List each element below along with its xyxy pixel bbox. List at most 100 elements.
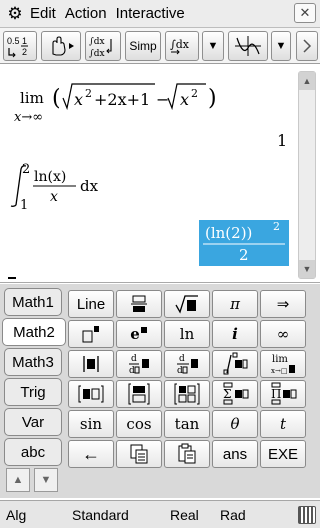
limit-result[interactable]: 1 [277, 131, 287, 150]
open-paren: ( [52, 86, 61, 111]
hand-pointer-icon [52, 36, 74, 56]
svg-text:lim: lim [272, 354, 288, 365]
svg-text:x→□: x→□ [271, 367, 287, 375]
close-icon[interactable]: ✕ [294, 3, 316, 23]
tab-math2[interactable]: Math2 [2, 318, 66, 346]
svg-text:Π: Π [271, 387, 281, 401]
graph-dropdown-button[interactable]: ▼ [271, 31, 291, 61]
ln-key[interactable]: ln [164, 320, 210, 348]
status-number-mode[interactable]: Real [170, 507, 199, 523]
ans-key[interactable]: ans [212, 440, 258, 468]
work-area-scrollbar[interactable]: ▲ ▼ [298, 71, 316, 279]
svg-text:∫dx: ∫dx [89, 37, 105, 47]
svg-text:∫dx: ∫dx [89, 49, 105, 59]
column-matrix-key[interactable] [116, 380, 162, 408]
fraction-decimal-icon: 0.5 1 2 [7, 36, 28, 58]
pi-key[interactable]: π [212, 290, 258, 318]
menu-edit[interactable]: Edit [30, 5, 56, 22]
svg-text:1: 1 [22, 36, 27, 46]
abs-template-icon [83, 356, 99, 372]
second-derivative-icon: d d [177, 354, 198, 376]
summation-key[interactable]: Σ [212, 380, 258, 408]
integral-convert-icon: ∫dx ∫dx [89, 37, 112, 59]
keyboard-scroll-up-icon[interactable]: ▲ [6, 468, 30, 492]
result-exponent: 2 [273, 220, 280, 233]
exe-key[interactable]: EXE [260, 440, 306, 468]
tab-math1[interactable]: Math1 [4, 288, 62, 316]
product-key[interactable]: Π [260, 380, 306, 408]
keyboard-scroll-down-icon[interactable]: ▼ [34, 468, 58, 492]
menu-action[interactable]: Action [65, 5, 107, 22]
copy-icon [130, 444, 148, 464]
tab-trig[interactable]: Trig [4, 378, 62, 406]
second-derivative-key[interactable]: d d [164, 350, 210, 378]
implies-key[interactable]: ⇒ [260, 290, 306, 318]
menu-interactive[interactable]: Interactive [116, 5, 185, 22]
limit-input-expression[interactable]: lim x→∞ ( x 2 +2x+1 − x 2 ) [14, 81, 229, 133]
sqrt1-x: x [74, 90, 83, 109]
tab-abc[interactable]: abc [4, 438, 62, 466]
simp-button[interactable]: Simp [125, 31, 161, 61]
menu-bar: ⚙ Edit Action Interactive ✕ [0, 0, 320, 28]
paste-key[interactable] [164, 440, 210, 468]
cos-key[interactable]: cos [116, 410, 162, 438]
grid-matrix-key[interactable] [164, 380, 210, 408]
gear-icon[interactable]: ⚙ [0, 4, 30, 24]
theta-key[interactable]: θ [212, 410, 258, 438]
main-work-area[interactable]: lim x→∞ ( x 2 +2x+1 − x 2 ) 1 2 1 ln(x) … [0, 65, 320, 283]
result-numerator: (ln(2)) [205, 224, 252, 242]
sin-key[interactable]: sin [68, 410, 114, 438]
stacked-box-key[interactable] [116, 290, 162, 318]
e-text: e [130, 325, 140, 343]
status-display-format[interactable]: Standard [72, 507, 129, 523]
sqrt2-x: x [180, 90, 189, 109]
minus-sign: − [156, 90, 169, 109]
svg-text:2: 2 [22, 47, 27, 57]
input-cursor[interactable] [8, 277, 16, 279]
integral-dx: dx [80, 177, 99, 195]
t-key[interactable]: t [260, 410, 306, 438]
status-angle-unit[interactable]: Rad [220, 507, 246, 523]
drag-hand-button[interactable] [41, 31, 81, 61]
integral-convert-button[interactable]: ∫dx ∫dx [85, 31, 121, 61]
tab-var[interactable]: Var [4, 408, 62, 436]
integral-dropdown-button[interactable]: ▼ [202, 31, 224, 61]
infinity-key[interactable]: ∞ [260, 320, 306, 348]
sqrt2-exponent: 2 [191, 87, 198, 100]
fraction-decimal-toggle-button[interactable]: 0.5 1 2 [3, 31, 37, 61]
integral-lower-bound: 1 [20, 198, 28, 213]
toolbar-scroll-right-button[interactable] [296, 31, 318, 61]
integral-result-graphic: (ln(2)) 2 2 [203, 220, 285, 264]
tab-math3[interactable]: Math3 [4, 348, 62, 376]
scroll-down-icon[interactable]: ▼ [299, 260, 315, 278]
exp-key[interactable]: e [116, 320, 162, 348]
chevron-right-icon [303, 39, 312, 53]
row-matrix-key[interactable] [68, 380, 114, 408]
tan-key[interactable]: tan [164, 410, 210, 438]
lim-text: lim [20, 89, 44, 107]
integral-result[interactable]: (ln(2)) 2 2 [199, 220, 289, 266]
summation-icon: Σ [223, 382, 249, 405]
svg-text:d: d [131, 354, 137, 364]
svg-text:d: d [177, 366, 183, 376]
graph-axes-icon [235, 36, 261, 56]
imaginary-i-key[interactable]: i [212, 320, 258, 348]
power-key[interactable] [68, 320, 114, 348]
row-matrix-icon [78, 385, 104, 403]
derivative-key[interactable]: d d [116, 350, 162, 378]
graph-button[interactable] [228, 31, 268, 61]
sqrt-key[interactable] [164, 290, 210, 318]
integral-input-expression[interactable]: 2 1 ln(x) x dx [6, 161, 116, 217]
integral-dx-button[interactable]: ∫dx [165, 31, 199, 61]
line-key[interactable]: Line [68, 290, 114, 318]
limit-expression-graphic: lim x→∞ ( x 2 +2x+1 − x 2 ) [14, 83, 217, 125]
key-grid: Line π ⇒ e ln i ∞ d d d d lim x→□ Σ Π si… [68, 290, 316, 494]
abs-key[interactable] [68, 350, 114, 378]
grid-matrix-icon [174, 383, 200, 405]
status-mode[interactable]: Alg [6, 507, 26, 523]
backspace-key[interactable]: ← [68, 440, 114, 468]
limit-key[interactable]: lim x→□ [260, 350, 306, 378]
scroll-up-icon[interactable]: ▲ [299, 72, 315, 90]
definite-integral-key[interactable] [212, 350, 258, 378]
copy-key[interactable] [116, 440, 162, 468]
